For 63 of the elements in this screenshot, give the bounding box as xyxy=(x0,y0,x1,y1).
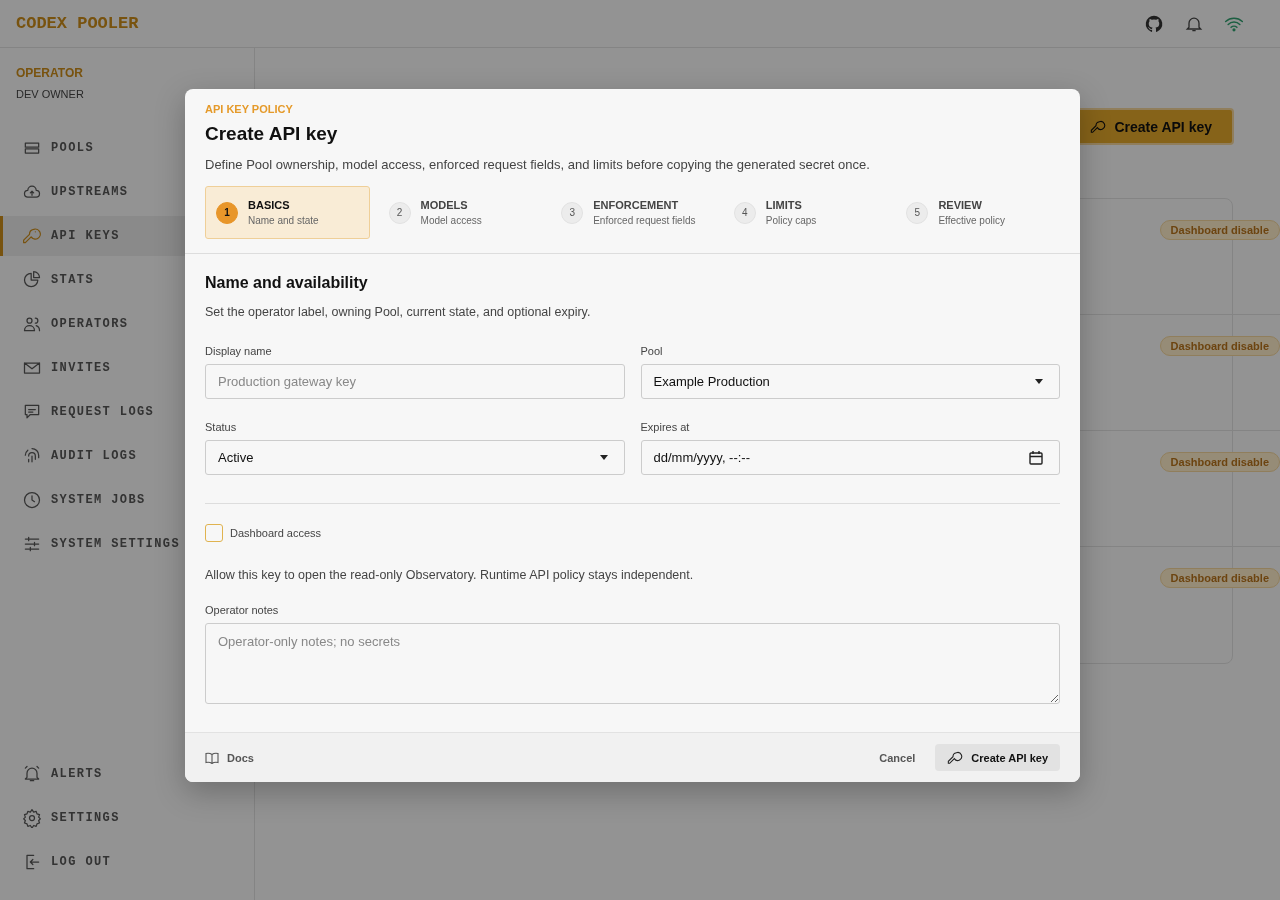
step-number: 1 xyxy=(216,201,238,224)
date-field[interactable]: dd/mm/yyyy, --:-- xyxy=(640,440,1060,475)
step-title: BASICS xyxy=(248,199,291,211)
step-title: REVIEW xyxy=(938,199,983,211)
status-badge: Dashboard disable xyxy=(1159,336,1280,356)
nav-icon xyxy=(22,226,42,246)
step-tab[interactable]: 1 BASICS Name and state xyxy=(205,186,370,239)
field-label: Pool xyxy=(640,345,664,357)
step-subtitle: Policy caps xyxy=(765,215,817,226)
pool-select[interactable]: Example Production xyxy=(640,364,1060,399)
field-label: Operator notes xyxy=(205,604,280,616)
nav-item[interactable]: LOG OUT xyxy=(0,842,254,882)
notes-field[interactable]: Operator-only notes; no secrets xyxy=(205,623,1060,704)
step-title: LIMITS xyxy=(765,199,803,211)
operator-name: DEV OWNER xyxy=(16,88,85,100)
modal-title: Create API key xyxy=(205,123,339,145)
step-number: 2 xyxy=(388,201,411,224)
step-tab[interactable]: 3 ENFORCEMENT Enforced request fields xyxy=(550,186,715,239)
display-name-field[interactable]: Production gateway key xyxy=(205,364,625,399)
help-text: Allow this key to open the read-only Observatory. Runtime API policy stays independent. xyxy=(205,568,695,582)
step-title: ENFORCEMENT xyxy=(593,199,680,211)
modal-description: Define Pool ownership, model access, enforced request fields, and limits before copying the generated secret once. xyxy=(205,157,871,172)
status-select[interactable]: Active xyxy=(205,440,625,475)
step-number: 4 xyxy=(733,201,756,224)
create-key-button[interactable]: Create API key xyxy=(935,744,1060,771)
cancel-button[interactable]: Cancel xyxy=(875,745,920,770)
step-tab[interactable]: 5 REVIEW Effective policy xyxy=(895,186,1060,239)
status-badge: Dashboard disable xyxy=(1159,568,1280,588)
step-tab[interactable]: 2 MODELS Model access xyxy=(377,186,543,239)
nav-icon xyxy=(22,490,42,510)
status-badge: Dashboard disable xyxy=(1159,452,1280,472)
caret-icon xyxy=(1035,379,1043,384)
calendar-icon xyxy=(1029,450,1043,465)
nav-icon xyxy=(22,764,42,784)
docs-link[interactable]: Docs xyxy=(205,751,254,764)
key-icon xyxy=(1090,118,1107,135)
caret-icon xyxy=(599,455,608,460)
section-description: Set the operator label, owning Pool, current state, and optional expiry. xyxy=(205,305,592,319)
key-icon xyxy=(947,749,964,766)
field-label: Expires at xyxy=(640,421,691,433)
step-number: 3 xyxy=(561,201,584,224)
nav-icon xyxy=(22,808,42,828)
status-badge: Dashboard disable xyxy=(1159,220,1280,240)
nav-icon xyxy=(22,534,42,554)
nav-item[interactable]: SETTINGS xyxy=(0,798,254,838)
step-number: 5 xyxy=(906,201,929,224)
step-tab[interactable]: 4 LIMITS Policy caps xyxy=(722,186,888,239)
modal-eyebrow: API KEY POLICY xyxy=(205,103,294,115)
field-label: Display name xyxy=(205,345,273,357)
step-subtitle: Enforced request fields xyxy=(593,215,696,226)
github-icon[interactable] xyxy=(1144,13,1164,34)
step-title: MODELS xyxy=(420,199,469,211)
checkbox[interactable] xyxy=(205,524,223,542)
step-subtitle: Effective policy xyxy=(938,215,1005,226)
nav-item[interactable]: SYSTEM JOBS xyxy=(0,480,254,520)
field-label: Status xyxy=(205,421,238,433)
nav-icon xyxy=(22,270,42,290)
section-title: Name and availability xyxy=(205,274,369,292)
brand-logo[interactable]: CODEX POOLER xyxy=(16,14,139,33)
step-subtitle: Model access xyxy=(420,215,482,226)
checkbox-label: Dashboard access xyxy=(230,527,322,539)
operator-role: OPERATOR xyxy=(16,66,84,80)
book-icon xyxy=(205,751,219,764)
